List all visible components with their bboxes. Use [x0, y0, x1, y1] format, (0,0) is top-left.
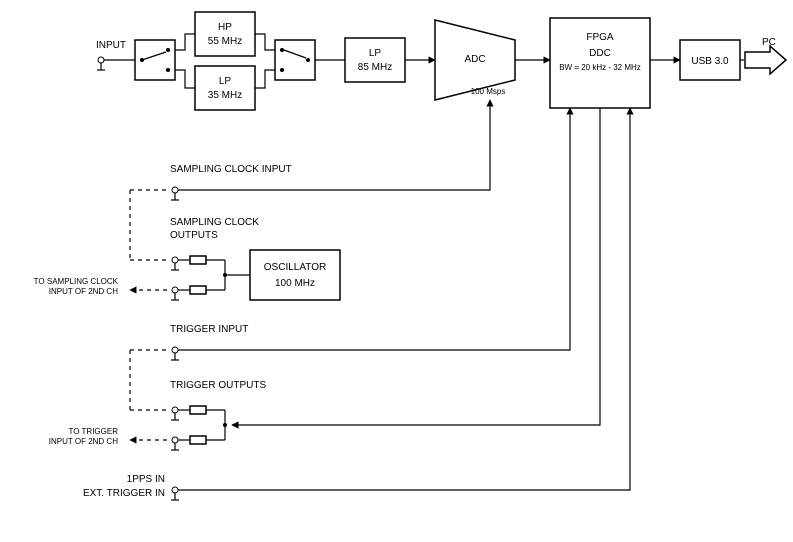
lp85-filter-label1: LP	[369, 48, 382, 59]
pc-label: PC	[762, 37, 776, 48]
to-trig-2nd-label2: INPUT OF 2ND CH	[49, 437, 118, 446]
sampling-clock-input-label: SAMPLING CLOCK INPUT	[170, 164, 292, 175]
lp35-filter-label1: LP	[219, 76, 232, 87]
node-trig-join	[223, 423, 227, 427]
fpga-title: FPGA	[586, 32, 614, 43]
trigger-outputs-label: TRIGGER OUTPUTS	[170, 380, 266, 391]
trigger-input-port	[171, 347, 179, 360]
trigger-output-port-1	[171, 407, 179, 420]
trigger-output-port-2	[171, 437, 179, 450]
to-sampclk-2nd-label2: INPUT OF 2ND CH	[49, 287, 118, 296]
adc-title: ADC	[464, 54, 485, 65]
hp-filter-label1: HP	[218, 22, 232, 33]
lp35-filter-label2: 35 MHz	[208, 90, 242, 101]
resistor-sampclk-1	[190, 256, 206, 264]
adc-block: ADC 100 Msps	[435, 20, 515, 100]
lp85-filter-block	[345, 38, 405, 82]
wire-trigin-fpga	[178, 108, 570, 350]
sampling-clock-outputs-label1: SAMPLING CLOCK	[170, 217, 259, 228]
ext-trigger-port	[171, 487, 179, 500]
wire-sw1-lp35	[175, 70, 195, 88]
fpga-sub1: DDC	[589, 48, 611, 59]
ext-trigger-in-label: EXT. TRIGGER IN	[83, 488, 165, 499]
input-label: INPUT	[96, 40, 126, 51]
sampling-clock-output-port-1	[171, 257, 179, 270]
pps-in-label: 1PPS IN	[127, 474, 165, 485]
sampling-clock-input-port	[171, 187, 179, 200]
oscillator-label2: 100 MHz	[275, 278, 315, 289]
input-port	[97, 57, 105, 70]
wire-sw1-hp	[175, 34, 195, 50]
resistor-trig-1	[190, 406, 206, 414]
hp-filter-block	[195, 12, 255, 56]
lp35-filter-block	[195, 66, 255, 110]
lp85-filter-label2: 85 MHz	[358, 62, 392, 73]
wire-hp-sw2	[255, 34, 275, 50]
resistor-trig-2	[190, 436, 206, 444]
trigger-input-label: TRIGGER INPUT	[170, 324, 248, 335]
to-trig-2nd-label1: TO TRIGGER	[69, 427, 119, 436]
to-sampclk-2nd-label1: TO SAMPLING CLOCK	[34, 277, 119, 286]
pc-arrow	[745, 46, 786, 74]
resistor-sampclk-2	[190, 286, 206, 294]
fpga-sub2: BW = 20 kHz - 32 MHz	[559, 63, 641, 72]
wire-lp35-sw2	[255, 70, 275, 88]
oscillator-label1: OSCILLATOR	[264, 262, 326, 273]
oscillator-block	[250, 250, 340, 300]
usb-title: USB 3.0	[691, 56, 729, 67]
sampling-clock-output-port-2	[171, 287, 179, 300]
sampling-clock-outputs-label2: OUTPUTS	[170, 230, 218, 241]
adc-sub: 100 Msps	[471, 87, 506, 96]
hp-filter-label2: 55 MHz	[208, 36, 242, 47]
wire-sampclk-adc	[178, 100, 490, 190]
